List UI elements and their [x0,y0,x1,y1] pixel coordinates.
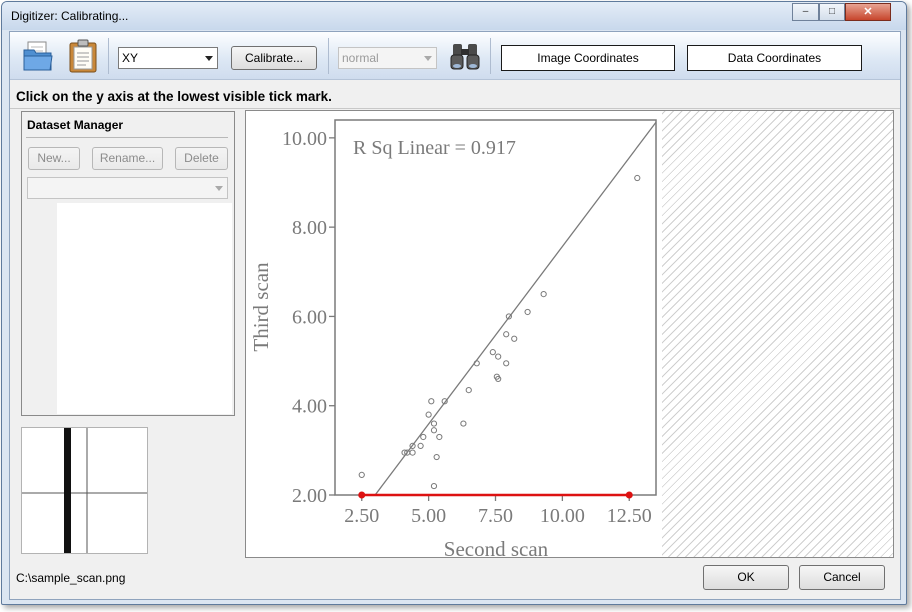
toolbar: XY Calibrate... normal Image Coordinates… [10,32,900,80]
digitizer-window: Digitizer: Calibrating... – □ ✕ XY Calib… [1,1,907,605]
y-axis-label: Third scan [249,262,273,352]
scatter-plot: 2.00 4.00 6.00 8.00 10.00 2.50 5.00 7.50 10.00 1… [249,119,657,558]
data-point [358,471,365,479]
image-coordinates-display: Image Coordinates [501,45,675,71]
maximize-button[interactable]: □ [819,3,845,21]
scale-select[interactable]: normal [338,47,437,69]
data-point [430,427,438,434]
chevron-down-icon [424,56,432,61]
scale-select-value: normal [342,51,379,65]
data-point [540,291,547,298]
rename-dataset-button[interactable]: Rename... [92,147,163,170]
x-axis-ticks: 2.50 5.00 7.50 10.00 12.50 [344,495,652,527]
y-tick-label: 10.00 [282,128,327,150]
mode-select-value: XY [122,51,139,65]
data-point [430,420,438,427]
dataset-manager-panel: Dataset Manager New... Rename... Delete [21,111,235,416]
data-point [465,386,472,394]
data-point [511,335,518,342]
data-point [503,360,510,367]
close-button[interactable]: ✕ [845,3,891,21]
chevron-down-icon [215,186,223,191]
data-point [503,331,510,338]
dataset-manager-title: Dataset Manager [27,118,124,132]
toolbar-separator [328,38,329,74]
y-tick-label: 8.00 [292,217,327,239]
client-area: XY Calibrate... normal Image Coordinates… [9,31,901,600]
data-point [489,349,496,356]
file-path-label: C:\sample_scan.png [16,571,126,585]
data-point [634,174,641,182]
toolbar-separator [490,38,491,74]
calibration-point [358,491,366,499]
window-title: Digitizer: Calibrating... [11,9,129,23]
clipboard-icon[interactable] [68,39,98,73]
dataset-select[interactable] [27,177,228,199]
delete-dataset-button[interactable]: Delete [175,147,228,170]
x-axis-label: Second scan [444,537,549,558]
divider [26,137,228,138]
x-tick-label: 7.50 [478,505,513,527]
instruction-text: Click on the y axis at the lowest visibl… [16,89,332,104]
x-tick-label: 5.00 [411,505,446,527]
regression-line [374,121,657,496]
data-point [420,433,427,441]
y-axis-ticks: 2.00 4.00 6.00 8.00 10.00 [282,128,335,507]
data-point [430,482,438,490]
data-point [460,420,467,427]
dataset-list[interactable] [57,203,232,414]
data-point [409,449,416,456]
cancel-button[interactable]: Cancel [799,565,885,590]
y-tick-label: 4.00 [292,396,327,418]
data-point [425,411,432,418]
x-tick-label: 2.50 [344,505,379,527]
chevron-down-icon [205,56,213,61]
data-point [495,353,502,360]
mode-select[interactable]: XY [118,47,218,69]
ok-button[interactable]: OK [703,565,789,590]
calibration-point [625,491,633,499]
y-tick-label: 6.00 [292,306,327,328]
zoom-preview [21,427,148,554]
data-point [417,442,424,449]
data-coordinates-display: Data Coordinates [687,45,862,71]
data-point [436,433,443,441]
data-point [524,308,531,316]
minimize-button[interactable]: – [792,3,819,21]
title-bar[interactable]: Digitizer: Calibrating... – □ ✕ [2,2,906,30]
open-file-icon[interactable] [22,40,54,72]
data-point [433,453,440,461]
x-tick-label: 12.50 [607,505,652,527]
data-point [428,398,435,405]
toolbar-separator [108,38,109,74]
r-squared-annotation: R Sq Linear = 0.917 [353,137,516,159]
new-dataset-button[interactable]: New... [28,147,80,170]
plot-frame [334,119,657,496]
binoculars-icon[interactable] [450,41,480,71]
divider [10,108,900,109]
calibrate-button[interactable]: Calibrate... [231,46,317,70]
image-canvas[interactable]: 2.00 4.00 6.00 8.00 10.00 2.50 5.00 7.50 10.00 1… [245,110,894,558]
x-tick-label: 10.00 [540,505,585,527]
data-points [358,174,641,490]
y-tick-label: 2.00 [292,485,327,507]
outside-image-area [662,111,893,557]
